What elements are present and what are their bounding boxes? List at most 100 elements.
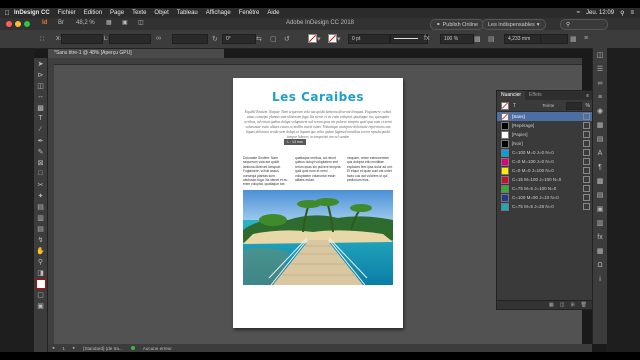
swatch-row[interactable]: [Sans] xyxy=(497,112,593,121)
effects-icon[interactable]: fx xyxy=(424,33,429,44)
clock[interactable]: Jeu. 12:09 xyxy=(586,10,614,16)
table-panel-icon[interactable]: ▦ xyxy=(593,244,607,258)
menu-fenetre[interactable]: Fenêtre xyxy=(239,10,260,16)
zoom-tool-icon[interactable]: ⚲ xyxy=(34,256,47,267)
page-nav-next-icon[interactable]: ▸ xyxy=(73,345,75,351)
pencil-tool-icon[interactable]: ✎ xyxy=(34,146,47,157)
scissors-tool-icon[interactable]: ✂ xyxy=(34,179,47,190)
cc-libraries-icon[interactable]: ▤ xyxy=(593,132,607,146)
page-tool-icon[interactable]: ◫ xyxy=(34,80,47,91)
stroke-panel-icon[interactable]: ≡ xyxy=(593,90,607,104)
measure-field[interactable]: 4,233 mm xyxy=(504,33,542,44)
tab-effets[interactable]: Effets xyxy=(525,91,546,100)
default-colors-icon[interactable]: ◨ xyxy=(34,267,47,278)
fill-stroke-icon[interactable] xyxy=(34,278,47,289)
new-color-group-icon[interactable]: ◫ xyxy=(560,302,565,308)
wrap-icon[interactable]: ▩ xyxy=(474,33,481,44)
line-tool-icon[interactable]: ∕ xyxy=(34,124,47,135)
wifi-icon[interactable]: ≈ xyxy=(577,10,580,16)
publish-online-button[interactable]: ⚭ Publish Online xyxy=(430,19,485,30)
stroke-swatch[interactable] xyxy=(328,34,337,43)
screen-mode-icon[interactable]: ▣ xyxy=(34,300,47,311)
gradient-tool-icon[interactable]: ▤ xyxy=(34,201,47,212)
menu-tableau[interactable]: Tableau xyxy=(177,10,198,16)
text-column-2[interactable]: quatiaque neribus, ad reiunt quibus dolu… xyxy=(295,156,341,186)
document-style[interactable]: [Standard] (de tra... xyxy=(83,346,123,351)
rectangle-tool-icon[interactable]: □ xyxy=(34,168,47,179)
auto-fit-icon[interactable]: ▦ xyxy=(570,33,577,44)
preflight-status[interactable]: Aucune erreur xyxy=(143,346,172,351)
content-collector-icon[interactable]: ▩ xyxy=(34,102,47,113)
effects-panel-icon[interactable]: fx xyxy=(593,230,607,244)
intro-paragraph[interactable]: Equibil Enatem. Naquer. Nam sequerum vol… xyxy=(243,110,393,150)
links-panel-icon[interactable]: ∞ xyxy=(593,76,607,90)
swatch-row[interactable]: [Repérage] xyxy=(497,121,593,130)
direct-selection-tool-icon[interactable]: ⊳ xyxy=(34,69,47,80)
rectangle-frame-tool-icon[interactable]: ⊠ xyxy=(34,157,47,168)
link-proportions-icon[interactable]: ∞ xyxy=(156,33,161,44)
gutter-field[interactable] xyxy=(540,33,568,44)
menu-affichage[interactable]: Affichage xyxy=(206,10,231,16)
delete-swatch-icon[interactable]: 🗑 xyxy=(581,302,587,308)
text-wrap-icon[interactable]: ▩ xyxy=(593,174,607,188)
opacity-field[interactable]: 100 % xyxy=(440,33,474,44)
workspace-switcher[interactable]: Les indispensables ▾ xyxy=(482,19,546,30)
text-mode-icon[interactable]: T xyxy=(513,103,516,109)
info-panel-icon[interactable]: i xyxy=(593,272,607,286)
page-nav-prev-icon[interactable]: ◂ xyxy=(52,345,54,351)
note-tool-icon[interactable]: ▤ xyxy=(34,223,47,234)
paragraph-styles-icon[interactable]: ¶ xyxy=(593,160,607,174)
color-panel-icon[interactable]: ◉ xyxy=(593,104,607,118)
chevron-down-icon[interactable]: ▾ xyxy=(337,35,341,43)
free-transform-tool-icon[interactable]: ✦ xyxy=(34,190,47,201)
menu-edition[interactable]: Edition xyxy=(84,10,102,16)
document-tab[interactable]: *Sans titre-1 @ 48% [Aperçu GPU] xyxy=(48,49,224,58)
fill-swatch[interactable] xyxy=(308,34,317,43)
gap-tool-icon[interactable]: ↔ xyxy=(34,91,47,102)
stroke-weight-field[interactable]: 0 pt xyxy=(348,33,390,44)
text-column-3[interactable]: nequam, omne estrumentem qus dolupta ett… xyxy=(347,156,393,186)
pages-panel-icon[interactable]: ◫ xyxy=(593,48,607,62)
apply-color-icon[interactable]: ▢ xyxy=(34,289,47,300)
chevron-down-icon[interactable]: ▾ xyxy=(317,35,321,43)
angle-field[interactable]: 0° xyxy=(222,33,256,44)
menu-page[interactable]: Page xyxy=(110,10,124,16)
swatch-row[interactable]: C=75 M=5 J=25 N=0 xyxy=(497,202,593,211)
scale-x-field[interactable] xyxy=(172,33,208,44)
swatch-row[interactable]: [Noir] xyxy=(497,139,593,148)
flip-icon[interactable]: ⇆ xyxy=(256,33,262,44)
swatch-view-icon[interactable]: ▦ xyxy=(549,302,554,308)
text-column-1[interactable]: Doloraste Sindem. Nam sequerum vola aut … xyxy=(243,156,289,186)
reference-point-icon[interactable]: ∷ xyxy=(40,33,44,44)
menu-app[interactable]: InDesign CC xyxy=(14,10,50,16)
rotate-icon[interactable]: ↻ xyxy=(212,33,218,44)
swatch-row[interactable]: [Papier] xyxy=(497,130,593,139)
beach-pier-photo[interactable] xyxy=(243,190,393,285)
glyphs-panel-icon[interactable]: Ω xyxy=(593,258,607,272)
menu-objet[interactable]: Objet xyxy=(154,10,168,16)
panel-menu-icon[interactable]: ≡ xyxy=(584,33,588,44)
align-panel-icon[interactable]: ▤ xyxy=(593,188,607,202)
search-icon[interactable]: ⚲ xyxy=(620,10,624,17)
swatch-row[interactable]: C=15 M=100 J=100 N=0 xyxy=(497,175,593,184)
frame-icon[interactable]: ▢ xyxy=(270,33,277,44)
menu-aide[interactable]: Aide xyxy=(267,10,279,16)
swatch-row[interactable]: C=0 M=100 J=0 N=0 xyxy=(497,157,593,166)
x-field[interactable] xyxy=(61,33,104,44)
selection-tool-icon[interactable]: ➤ xyxy=(34,58,47,69)
document-page[interactable]: Les Caraibes Equibil Enatem. Naquer. Nam… xyxy=(233,78,403,328)
new-swatch-icon[interactable]: ⊞ xyxy=(570,302,574,308)
swatches-panel-icon[interactable]: ▦ xyxy=(593,118,607,132)
tab-nuancier[interactable]: Nuancier xyxy=(497,91,526,100)
character-styles-icon[interactable]: A xyxy=(593,146,607,160)
menu-fichier[interactable]: Fichier xyxy=(58,10,76,16)
page-number-field[interactable]: 1 xyxy=(62,346,65,351)
stroke-style-field[interactable] xyxy=(390,33,428,44)
layers-panel-icon[interactable]: ☰ xyxy=(593,62,607,76)
panel-menu-icon[interactable]: ≡ xyxy=(586,93,589,99)
tint-field[interactable] xyxy=(565,101,582,110)
vertical-ruler[interactable] xyxy=(48,64,54,344)
w-field[interactable] xyxy=(108,33,151,44)
menu-list-icon[interactable]: ≡ xyxy=(630,10,634,16)
horizontal-ruler[interactable] xyxy=(48,58,582,65)
